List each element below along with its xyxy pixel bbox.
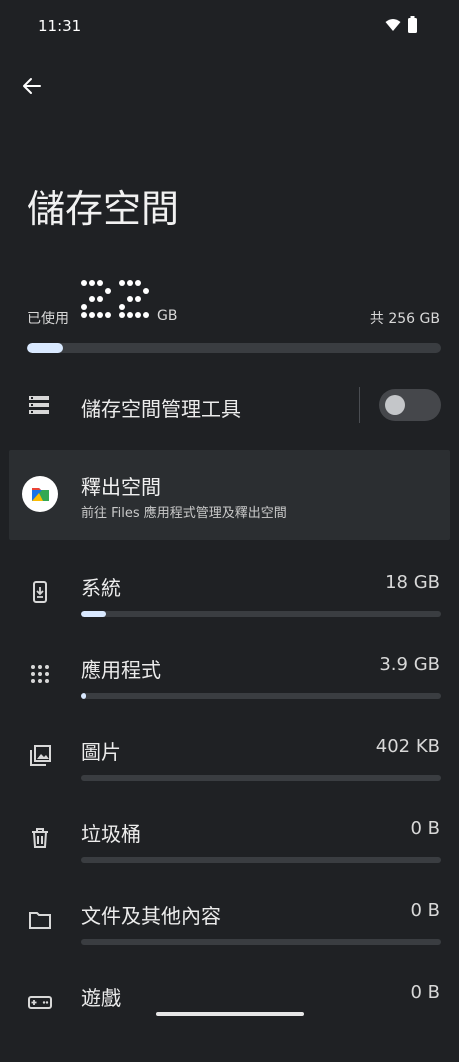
category-progress-fill bbox=[81, 693, 87, 699]
free-up-subtitle: 前往 Files 應用程式管理及釋出空間 bbox=[81, 506, 287, 521]
digit-dot bbox=[119, 312, 125, 318]
photo-library-icon bbox=[30, 745, 51, 766]
digit-dot bbox=[89, 296, 95, 302]
category-label: 文件及其他內容 bbox=[81, 904, 221, 928]
digit-dot bbox=[89, 280, 95, 286]
digit-dot bbox=[135, 312, 141, 318]
category-progress-bar bbox=[81, 939, 441, 945]
category-label: 系統 bbox=[81, 576, 121, 600]
digit-dot bbox=[97, 280, 103, 286]
digit-dot bbox=[127, 296, 133, 302]
storage-list-icon bbox=[29, 396, 49, 414]
apps-grid-icon bbox=[31, 665, 49, 683]
digit-dot bbox=[81, 280, 87, 286]
category-progress-fill bbox=[81, 611, 107, 617]
storage-manager-row[interactable]: 儲存空間管理工具 bbox=[0, 377, 459, 433]
digit-dot bbox=[81, 304, 87, 310]
category-size: 18 GB bbox=[385, 572, 440, 593]
category-label: 應用程式 bbox=[81, 658, 161, 682]
wifi-icon bbox=[385, 19, 401, 31]
total-capacity: 共 256 GB bbox=[369, 311, 440, 327]
phone-download-icon bbox=[33, 581, 47, 603]
category-label: 垃圾桶 bbox=[81, 822, 141, 846]
category-games[interactable]: 遊戲 0 B bbox=[0, 980, 459, 1062]
category-progress-bar bbox=[81, 611, 441, 617]
used-unit: GB bbox=[157, 308, 178, 324]
digit-dot bbox=[81, 312, 87, 318]
files-app-icon bbox=[22, 476, 58, 512]
digit-dot bbox=[97, 296, 103, 302]
digit-dot bbox=[119, 304, 125, 310]
digit-dot bbox=[105, 312, 111, 318]
category-progress-bar bbox=[81, 857, 441, 863]
status-bar: 11:31 bbox=[0, 0, 459, 52]
gamepad-icon bbox=[28, 996, 52, 1009]
category-size: 0 B bbox=[410, 982, 440, 1003]
digit-dot bbox=[135, 280, 141, 286]
trash-icon bbox=[32, 828, 48, 848]
category-system[interactable]: 系統 18 GB bbox=[0, 570, 459, 652]
storage-progress-bar bbox=[27, 343, 441, 353]
free-up-space-card[interactable]: 釋出空間 前往 Files 應用程式管理及釋出空間 bbox=[9, 450, 450, 540]
digit-dot bbox=[105, 288, 111, 294]
category-size: 0 B bbox=[410, 900, 440, 921]
digit-dot bbox=[97, 312, 103, 318]
digit-dot bbox=[119, 280, 125, 286]
used-label: 已使用 bbox=[27, 311, 69, 327]
digit-dot bbox=[127, 312, 133, 318]
page-title: 儲存空間 bbox=[27, 187, 180, 231]
used-value-text: 22 bbox=[78, 275, 80, 276]
digit-dot bbox=[143, 288, 149, 294]
storage-manager-label: 儲存空間管理工具 bbox=[81, 397, 241, 421]
gesture-nav-handle[interactable] bbox=[156, 1012, 304, 1016]
category-images[interactable]: 圖片 402 KB bbox=[0, 734, 459, 816]
category-progress-bar bbox=[81, 693, 441, 699]
storage-manager-toggle[interactable] bbox=[379, 389, 441, 421]
digit-dot bbox=[89, 312, 95, 318]
category-progress-bar bbox=[81, 775, 441, 781]
used-value-dotted: 22 bbox=[78, 275, 149, 318]
category-label: 圖片 bbox=[81, 740, 121, 764]
toggle-knob bbox=[385, 395, 405, 415]
category-trash[interactable]: 垃圾桶 0 B bbox=[0, 816, 459, 898]
category-apps[interactable]: 應用程式 3.9 GB bbox=[0, 652, 459, 734]
status-time: 11:31 bbox=[38, 17, 82, 35]
back-arrow-icon[interactable] bbox=[20, 74, 44, 98]
category-label: 遊戲 bbox=[81, 986, 121, 1010]
free-up-title: 釋出空間 bbox=[81, 475, 161, 499]
divider bbox=[359, 387, 360, 423]
category-size: 402 KB bbox=[375, 736, 440, 757]
battery-icon bbox=[408, 16, 417, 33]
digit-dot bbox=[143, 312, 149, 318]
storage-usage-summary: 已使用 22 GB 共 256 GB bbox=[27, 275, 440, 331]
category-documents[interactable]: 文件及其他內容 0 B bbox=[0, 898, 459, 980]
folder-icon bbox=[29, 912, 51, 929]
storage-progress-fill bbox=[27, 343, 63, 353]
category-size: 0 B bbox=[410, 818, 440, 839]
digit-dot bbox=[127, 280, 133, 286]
category-size: 3.9 GB bbox=[379, 654, 440, 675]
digit-dot bbox=[135, 296, 141, 302]
